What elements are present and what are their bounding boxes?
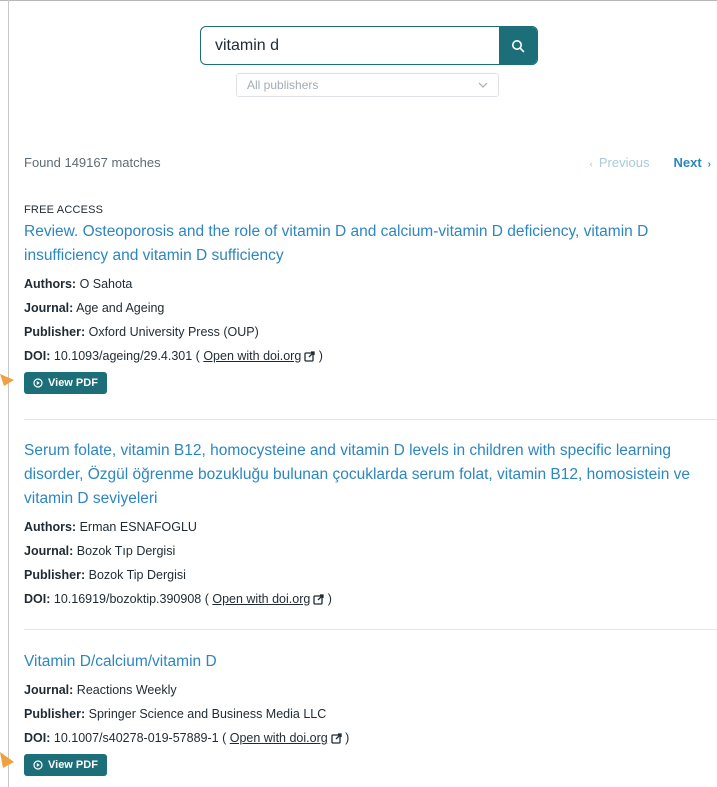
doi-line: DOI: 10.1007/s40278-019-57889-1 ( Open w… bbox=[24, 731, 350, 745]
search-bar bbox=[200, 26, 538, 65]
authors-value: O Sahota bbox=[79, 277, 133, 291]
result-item: FREE ACCESS Review. Osteoporosis and the… bbox=[24, 204, 717, 394]
publisher-select-value: All publishers bbox=[247, 78, 319, 92]
next-button[interactable]: Next › bbox=[673, 155, 717, 170]
journal-value: Age and Ageing bbox=[76, 301, 165, 315]
authors-label: Authors: bbox=[24, 277, 77, 291]
result-title-link[interactable]: Review. Osteoporosis and the role of vit… bbox=[24, 220, 714, 268]
result-title-link[interactable]: Vitamin D/calcium/vitamin D bbox=[24, 650, 714, 674]
pdf-icon bbox=[33, 760, 43, 770]
journal-value: Reactions Weekly bbox=[76, 683, 177, 697]
search-input[interactable] bbox=[201, 27, 499, 64]
frame-top-border bbox=[0, 0, 717, 1]
previous-label: Previous bbox=[598, 155, 650, 170]
pdf-icon bbox=[33, 378, 43, 388]
authors-line: Authors: O Sahota bbox=[24, 272, 717, 296]
publisher-select[interactable]: All publishers bbox=[236, 73, 499, 97]
view-pdf-button[interactable]: View PDF bbox=[24, 372, 107, 394]
journal-label: Journal: bbox=[24, 544, 74, 558]
chevron-down-icon bbox=[478, 82, 488, 88]
doi-value: 10.16919/bozoktip.390908 bbox=[53, 592, 202, 606]
publisher-value: Oxford University Press (OUP) bbox=[88, 325, 259, 339]
authors-label: Authors: bbox=[24, 520, 77, 534]
annotation-arrow-icon bbox=[0, 374, 14, 386]
publisher-value: Bozok Tip Dergisi bbox=[88, 568, 186, 582]
authors-value: Erman ESNAFOGLU bbox=[79, 520, 197, 534]
pagination: ‹ Previous Next › bbox=[584, 155, 717, 170]
result-item: Serum folate, vitamin B12, homocysteine … bbox=[24, 439, 717, 611]
journal-line: Journal: Age and Ageing bbox=[24, 296, 717, 320]
publisher-line: Publisher: Springer Science and Business… bbox=[24, 702, 717, 726]
journal-line: Journal: Bozok Tıp Dergisi bbox=[24, 539, 717, 563]
matches-count: Found 149167 matches bbox=[24, 155, 161, 170]
page-frame: All publishers Found 149167 matches ‹ Pre… bbox=[0, 0, 717, 787]
previous-button[interactable]: ‹ Previous bbox=[584, 155, 650, 170]
doi-line: DOI: 10.1093/ageing/29.4.301 ( Open with… bbox=[24, 349, 323, 363]
doi-open-link[interactable]: Open with doi.org bbox=[230, 731, 328, 745]
external-link-icon bbox=[304, 351, 315, 362]
doi-open-link[interactable]: Open with doi.org bbox=[212, 592, 310, 606]
access-badge: FREE ACCESS bbox=[24, 204, 104, 216]
publisher-line: Publisher: Bozok Tip Dergisi bbox=[24, 563, 717, 587]
result-title-link[interactable]: Serum folate, vitamin B12, homocysteine … bbox=[24, 439, 714, 511]
chevron-left-icon: ‹ bbox=[589, 159, 593, 170]
doi-label: DOI: bbox=[24, 731, 51, 745]
journal-label: Journal: bbox=[24, 683, 74, 697]
doi-label: DOI: bbox=[24, 592, 51, 606]
journal-value: Bozok Tıp Dergisi bbox=[76, 544, 176, 558]
next-label: Next bbox=[673, 155, 702, 170]
authors-line: Authors: Erman ESNAFOGLU bbox=[24, 515, 717, 539]
annotation-arrow-icon bbox=[0, 752, 14, 768]
doi-value: 10.1007/s40278-019-57889-1 bbox=[53, 731, 219, 745]
search-icon bbox=[512, 39, 525, 52]
publisher-value: Springer Science and Business Media LLC bbox=[88, 707, 327, 721]
publisher-line: Publisher: Oxford University Press (OUP) bbox=[24, 320, 717, 344]
publisher-label: Publisher: bbox=[24, 707, 86, 721]
journal-line: Journal: Reactions Weekly bbox=[24, 678, 717, 702]
publisher-label: Publisher: bbox=[24, 568, 86, 582]
chevron-right-icon: › bbox=[707, 159, 711, 170]
publisher-label: Publisher: bbox=[24, 325, 86, 339]
frame-left-border bbox=[8, 0, 9, 787]
external-link-icon bbox=[313, 594, 324, 605]
search-button[interactable] bbox=[499, 27, 537, 64]
doi-label: DOI: bbox=[24, 349, 51, 363]
doi-open-link[interactable]: Open with doi.org bbox=[203, 349, 301, 363]
view-pdf-label: View PDF bbox=[48, 759, 98, 771]
result-item: Vitamin D/calcium/vitamin D Journal: Rea… bbox=[24, 650, 717, 776]
view-pdf-label: View PDF bbox=[48, 377, 98, 389]
doi-line: DOI: 10.16919/bozoktip.390908 ( Open wit… bbox=[24, 592, 332, 606]
view-pdf-button[interactable]: View PDF bbox=[24, 754, 107, 776]
external-link-icon bbox=[331, 733, 342, 744]
result-divider bbox=[24, 419, 717, 420]
journal-label: Journal: bbox=[24, 301, 74, 315]
result-divider bbox=[24, 629, 717, 630]
doi-value: 10.1093/ageing/29.4.301 bbox=[53, 349, 193, 363]
